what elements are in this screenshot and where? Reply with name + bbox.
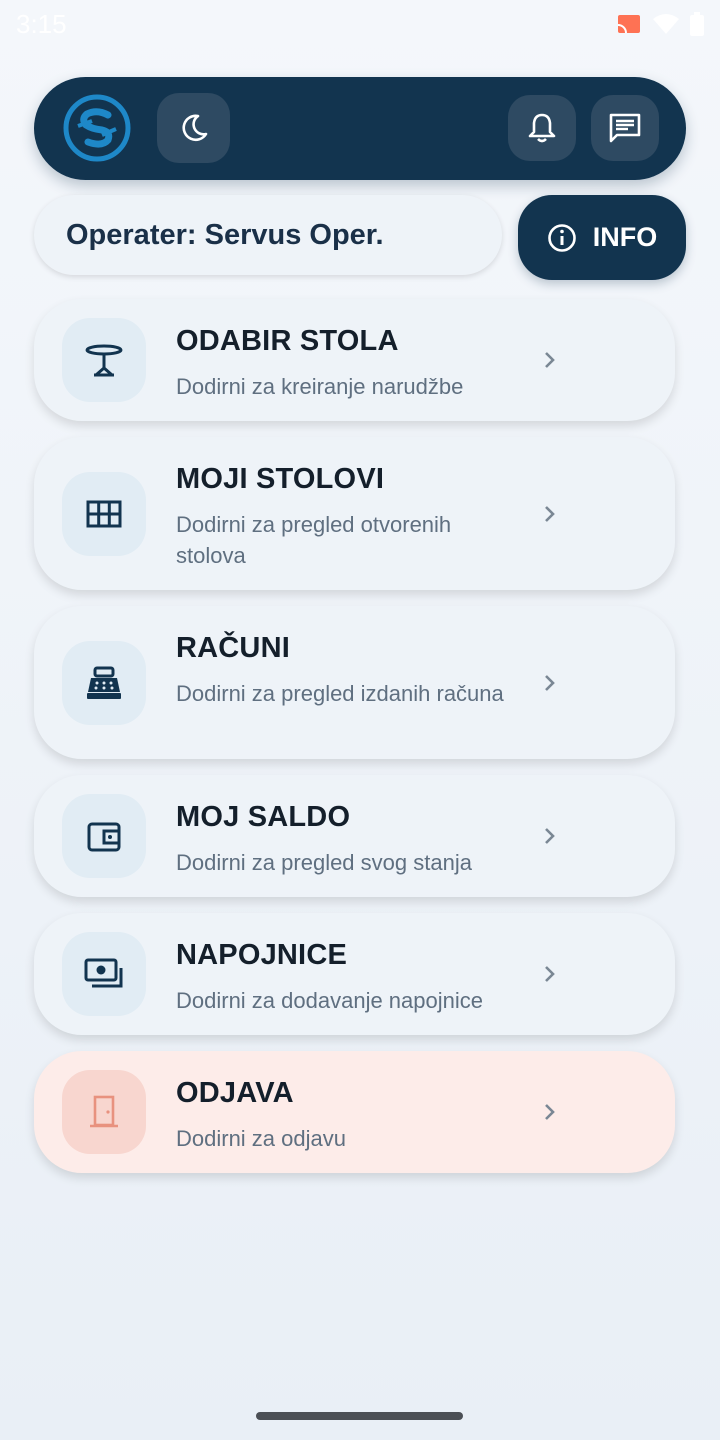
app-header: [34, 77, 686, 180]
menu-item-odabir-stola[interactable]: ODABIR STOLA Dodirni za kreiranje narudž…: [34, 299, 675, 421]
servus-logo-icon: [62, 93, 132, 163]
money-icon: [62, 932, 146, 1016]
menu-item-subtitle: Dodirni za dodavanje napojnice: [176, 988, 483, 1013]
menu-item-title: RAČUNI: [176, 632, 290, 664]
door-icon: [62, 1070, 146, 1154]
menu-item-title: NAPOJNICE: [176, 939, 347, 971]
chevron-right-icon: [545, 352, 555, 368]
status-bar: 3:15: [0, 0, 720, 48]
menu-item-subtitle: Dodirni za pregled izdanih računa: [176, 681, 504, 706]
wallet-icon: [62, 794, 146, 878]
menu-item-title: MOJI STOLOVI: [176, 463, 385, 495]
menu-item-subtitle: Dodirni za kreiranje narudžbe: [176, 374, 464, 399]
message-icon: [609, 113, 641, 143]
info-button-label: INFO: [592, 222, 658, 252]
menu-item-subtitle: Dodirni za pregled svog stanja: [176, 850, 472, 875]
info-icon: [547, 223, 576, 252]
menu-item-title: ODJAVA: [176, 1077, 294, 1109]
menu-item-moj-saldo[interactable]: MOJ SALDO Dodirni za pregled svog stanja: [34, 775, 675, 897]
menu-item-racuni[interactable]: RAČUNI Dodirni za pregled izdanih računa: [34, 606, 675, 759]
menu-item-subtitle: Dodirni za odjavu: [176, 1126, 346, 1151]
menu-item-title: MOJ SALDO: [176, 801, 351, 833]
menu-item-napojnice[interactable]: NAPOJNICE Dodirni za dodavanje napojnice: [34, 913, 675, 1035]
chevron-right-icon: [545, 506, 555, 522]
home-indicator[interactable]: [256, 1412, 463, 1420]
menu-item-odjava[interactable]: ODJAVA Dodirni za odjavu: [34, 1051, 675, 1173]
menu-item-title: ODABIR STOLA: [176, 325, 399, 357]
notifications-button[interactable]: [508, 95, 576, 161]
cast-icon: [617, 15, 640, 34]
chevron-right-icon: [545, 966, 555, 982]
info-button[interactable]: INFO: [518, 195, 686, 280]
menu-item-moji-stolovi[interactable]: MOJI STOLOVI Dodirni za pregled otvoreni…: [34, 437, 675, 590]
moon-icon: [181, 114, 207, 142]
cash-register-icon: [62, 641, 146, 725]
status-time: 3:15: [16, 8, 67, 39]
chevron-right-icon: [545, 828, 555, 844]
messages-button[interactable]: [591, 95, 659, 161]
chevron-right-icon: [545, 1104, 555, 1120]
operator-label: Operater: Servus Oper.: [34, 195, 502, 275]
table-icon: [62, 318, 146, 402]
bell-icon: [528, 113, 556, 143]
menu-item-subtitle: Dodirni za pregled otvorenih stolova: [176, 512, 452, 568]
status-icons: [616, 12, 704, 36]
chevron-right-icon: [545, 675, 555, 691]
grid-icon: [62, 472, 146, 556]
wifi-icon: [653, 14, 679, 34]
theme-toggle-button[interactable]: [157, 93, 230, 163]
battery-icon: [690, 12, 704, 36]
